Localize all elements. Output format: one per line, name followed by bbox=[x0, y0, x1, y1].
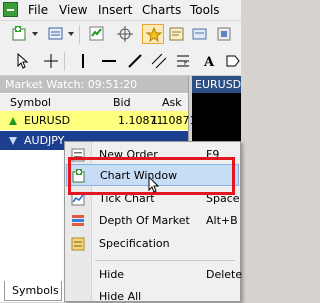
label-tool-button[interactable] bbox=[222, 51, 244, 71]
toolbar-divider bbox=[64, 52, 65, 71]
text-icon: A bbox=[203, 55, 215, 69]
options-button[interactable] bbox=[213, 24, 235, 44]
trendline-icon bbox=[128, 54, 142, 68]
navigator-button[interactable] bbox=[166, 24, 188, 44]
menu-tools[interactable]: Tools bbox=[190, 3, 220, 17]
cursor-icon bbox=[17, 53, 29, 69]
line-studies-toolbar: F A bbox=[0, 48, 241, 76]
vertical-line-button[interactable] bbox=[72, 51, 94, 71]
channel-icon bbox=[151, 53, 167, 69]
menu-insert[interactable]: Insert bbox=[98, 3, 132, 17]
menu-item-hide-all[interactable]: Hide All bbox=[66, 286, 239, 303]
menu-divider bbox=[95, 260, 235, 261]
table-row[interactable]: EURUSD 1.10871 1.10871 bbox=[0, 111, 197, 130]
arrow-down-icon bbox=[9, 137, 17, 145]
text-tool-button[interactable]: A bbox=[198, 51, 220, 71]
svg-text:F: F bbox=[184, 60, 188, 67]
column-header-bid[interactable]: Bid bbox=[113, 96, 131, 109]
symbol-cell: EURUSD bbox=[24, 114, 71, 127]
terminal-button[interactable] bbox=[189, 24, 211, 44]
label-icon bbox=[226, 55, 240, 67]
market-watch-header: Symbol Bid Ask bbox=[0, 94, 188, 112]
market-watch-button[interactable] bbox=[86, 24, 108, 44]
menu-item-shortcut: Delete bbox=[206, 268, 243, 281]
menu-item-label: Specification bbox=[99, 237, 170, 250]
horizontal-line-button[interactable] bbox=[98, 51, 120, 71]
crosshair-button[interactable] bbox=[114, 24, 136, 44]
menu-item-depth-of-market[interactable]: Depth Of Market Alt+B bbox=[66, 210, 239, 232]
navigator-icon bbox=[169, 27, 184, 41]
toolbar-divider bbox=[79, 25, 80, 44]
menu-file[interactable]: File bbox=[28, 3, 48, 17]
market-watch-title: Market Watch: 09:51:20 bbox=[5, 78, 138, 91]
tab-symbols[interactable]: Symbols bbox=[4, 281, 62, 301]
chart-title: EURUSD,H bbox=[195, 78, 241, 91]
menu-view[interactable]: View bbox=[59, 3, 87, 17]
menu-item-label: Depth Of Market bbox=[99, 214, 190, 227]
menu-item-label: Hide bbox=[99, 268, 125, 281]
chevron-down-icon[interactable] bbox=[32, 32, 38, 36]
channel-button[interactable] bbox=[148, 51, 170, 71]
menu-item-specification[interactable]: Specification bbox=[66, 233, 239, 255]
svg-text:A: A bbox=[203, 55, 215, 69]
arrow-up-icon bbox=[9, 117, 17, 125]
horizontal-line-icon bbox=[102, 60, 116, 62]
menu-item-shortcut: Alt+B bbox=[206, 214, 238, 227]
tab-symbols-label: Symbols bbox=[12, 284, 59, 297]
symbol-cell: AUDJPY bbox=[24, 134, 65, 147]
star-icon bbox=[146, 27, 162, 43]
favorites-button[interactable] bbox=[142, 24, 164, 44]
crosshair-icon bbox=[117, 26, 133, 42]
vertical-line-icon bbox=[82, 54, 84, 68]
column-header-symbol[interactable]: Symbol bbox=[10, 96, 51, 109]
menu-charts[interactable]: Charts bbox=[142, 3, 181, 17]
cursor-tool-button[interactable] bbox=[12, 51, 34, 71]
new-chart-icon bbox=[12, 26, 26, 41]
menu-bar: File View Insert Charts Tools bbox=[0, 0, 241, 21]
profiles-icon bbox=[48, 27, 63, 40]
chart-title-bar[interactable]: EURUSD,H bbox=[192, 76, 241, 93]
crosshair-tool-button[interactable] bbox=[40, 51, 62, 71]
ask-cell: 1.10871 bbox=[151, 114, 197, 127]
depth-of-market-icon bbox=[72, 215, 84, 226]
app-icon[interactable] bbox=[3, 2, 18, 17]
chevron-down-icon[interactable] bbox=[68, 32, 74, 36]
options-icon bbox=[217, 27, 231, 41]
terminal-icon bbox=[192, 28, 207, 40]
menu-item-hide[interactable]: Hide Delete bbox=[66, 264, 243, 286]
specification-icon bbox=[71, 237, 85, 251]
fibonacci-button[interactable]: F bbox=[172, 51, 194, 71]
standard-toolbar bbox=[0, 21, 241, 49]
column-header-ask[interactable]: Ask bbox=[162, 96, 182, 109]
menu-item-label: Hide All bbox=[99, 290, 142, 303]
profiles-button[interactable] bbox=[45, 24, 67, 44]
market-watch-title-bar[interactable]: Market Watch: 09:51:20 bbox=[0, 76, 188, 93]
crosshair-icon bbox=[44, 54, 58, 68]
trendline-button[interactable] bbox=[124, 51, 146, 71]
new-chart-button[interactable] bbox=[9, 24, 31, 44]
market-watch-icon bbox=[89, 26, 104, 41]
fibonacci-icon: F bbox=[177, 55, 189, 67]
mouse-pointer-icon bbox=[148, 176, 160, 193]
